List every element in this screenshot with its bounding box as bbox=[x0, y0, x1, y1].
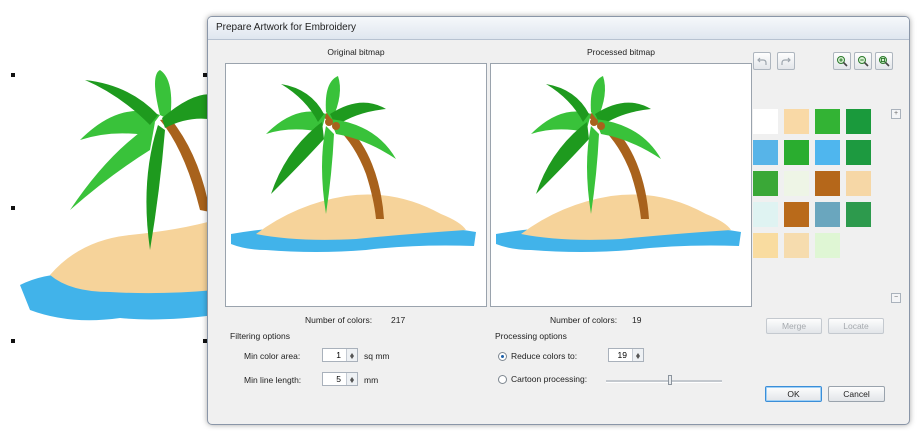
min-color-area-value: 1 bbox=[336, 350, 341, 360]
merge-button[interactable]: Merge bbox=[766, 318, 822, 334]
palette-swatch[interactable] bbox=[753, 140, 778, 165]
cancel-button[interactable]: Cancel bbox=[828, 386, 885, 402]
palette-swatch[interactable] bbox=[815, 202, 840, 227]
processed-colors-value: 19 bbox=[632, 315, 642, 325]
zoom-fit-icon bbox=[879, 56, 890, 67]
selection-handle[interactable] bbox=[11, 73, 15, 77]
zoom-in-button[interactable] bbox=[833, 52, 851, 70]
processed-bitmap-panel[interactable] bbox=[490, 63, 752, 307]
min-color-area-input[interactable]: 1 bbox=[322, 348, 358, 362]
reduce-colors-label: Reduce colors to: bbox=[511, 351, 578, 361]
palette-swatch[interactable] bbox=[846, 202, 871, 227]
processed-colors-label: Number of colors: bbox=[550, 315, 618, 325]
prepare-artwork-dialog: Prepare Artwork for Embroidery Original … bbox=[207, 16, 910, 425]
palette-swatch[interactable] bbox=[846, 140, 871, 165]
original-palm-image bbox=[231, 76, 476, 252]
palette-swatch[interactable] bbox=[784, 202, 809, 227]
dialog-title: Prepare Artwork for Embroidery bbox=[208, 17, 909, 40]
original-bitmap-title: Original bitmap bbox=[327, 47, 385, 57]
zoom-out-icon bbox=[858, 56, 869, 67]
filtering-options-heading: Filtering options bbox=[230, 331, 291, 341]
original-colors-value: 217 bbox=[391, 315, 406, 325]
selection-handle[interactable] bbox=[11, 206, 15, 210]
min-line-length-input[interactable]: 5 bbox=[322, 372, 358, 386]
ok-button[interactable]: OK bbox=[765, 386, 822, 402]
processed-bitmap-title: Processed bitmap bbox=[586, 47, 656, 57]
palette-swatch[interactable] bbox=[846, 109, 871, 134]
palette-swatch[interactable] bbox=[784, 233, 809, 258]
reduce-colors-radio[interactable] bbox=[498, 352, 507, 361]
min-line-length-value: 5 bbox=[336, 374, 341, 384]
palette-swatch[interactable] bbox=[753, 202, 778, 227]
redo-icon bbox=[781, 57, 791, 65]
original-colors-label: Number of colors: bbox=[305, 315, 373, 325]
palette-swatch[interactable] bbox=[753, 233, 778, 258]
cartoon-slider-thumb[interactable] bbox=[668, 375, 672, 385]
palette-swatch[interactable] bbox=[784, 171, 809, 196]
palette-swatch[interactable] bbox=[753, 109, 778, 134]
selection-handle[interactable] bbox=[11, 339, 15, 343]
zoom-out-button[interactable] bbox=[854, 52, 872, 70]
undo-icon bbox=[757, 57, 767, 65]
original-bitmap-panel[interactable] bbox=[225, 63, 487, 307]
min-color-area-label: Min color area: bbox=[244, 351, 301, 361]
cartoon-processing-radio[interactable] bbox=[498, 375, 507, 384]
palette-swatch[interactable] bbox=[815, 233, 840, 258]
palette-swatch[interactable] bbox=[784, 140, 809, 165]
reduce-colors-input[interactable]: 19 bbox=[608, 348, 644, 362]
min-color-area-spinner[interactable] bbox=[346, 349, 357, 361]
min-line-length-label: Min line length: bbox=[244, 375, 302, 385]
min-line-length-spinner[interactable] bbox=[346, 373, 357, 385]
palette-swatch[interactable] bbox=[753, 171, 778, 196]
min-line-length-unit: mm bbox=[364, 375, 379, 385]
palette-swatch[interactable] bbox=[784, 109, 809, 134]
undo-button[interactable] bbox=[753, 52, 771, 70]
redo-button[interactable] bbox=[777, 52, 795, 70]
processing-options-heading: Processing options bbox=[495, 331, 567, 341]
zoom-in-icon bbox=[837, 56, 848, 67]
palette-swatch[interactable] bbox=[815, 140, 840, 165]
palette-scroll-down-button[interactable]: − bbox=[891, 293, 901, 303]
reduce-colors-value: 19 bbox=[617, 350, 627, 360]
zoom-fit-button[interactable] bbox=[875, 52, 893, 70]
document-canvas: Prepare Artwork for Embroidery Original … bbox=[0, 0, 917, 431]
cartoon-slider-track[interactable] bbox=[606, 380, 722, 383]
palette-swatch[interactable] bbox=[815, 171, 840, 196]
palette-swatch[interactable] bbox=[846, 171, 871, 196]
background-palm-artwork bbox=[20, 70, 215, 321]
locate-button[interactable]: Locate bbox=[828, 318, 884, 334]
cartoon-processing-label: Cartoon processing: bbox=[511, 374, 588, 384]
min-color-area-unit: sq mm bbox=[364, 351, 390, 361]
palette-scroll-up-button[interactable]: + bbox=[891, 109, 901, 119]
processed-palm-image bbox=[496, 76, 741, 252]
reduce-colors-spinner[interactable] bbox=[632, 349, 643, 361]
palette-swatch[interactable] bbox=[815, 109, 840, 134]
